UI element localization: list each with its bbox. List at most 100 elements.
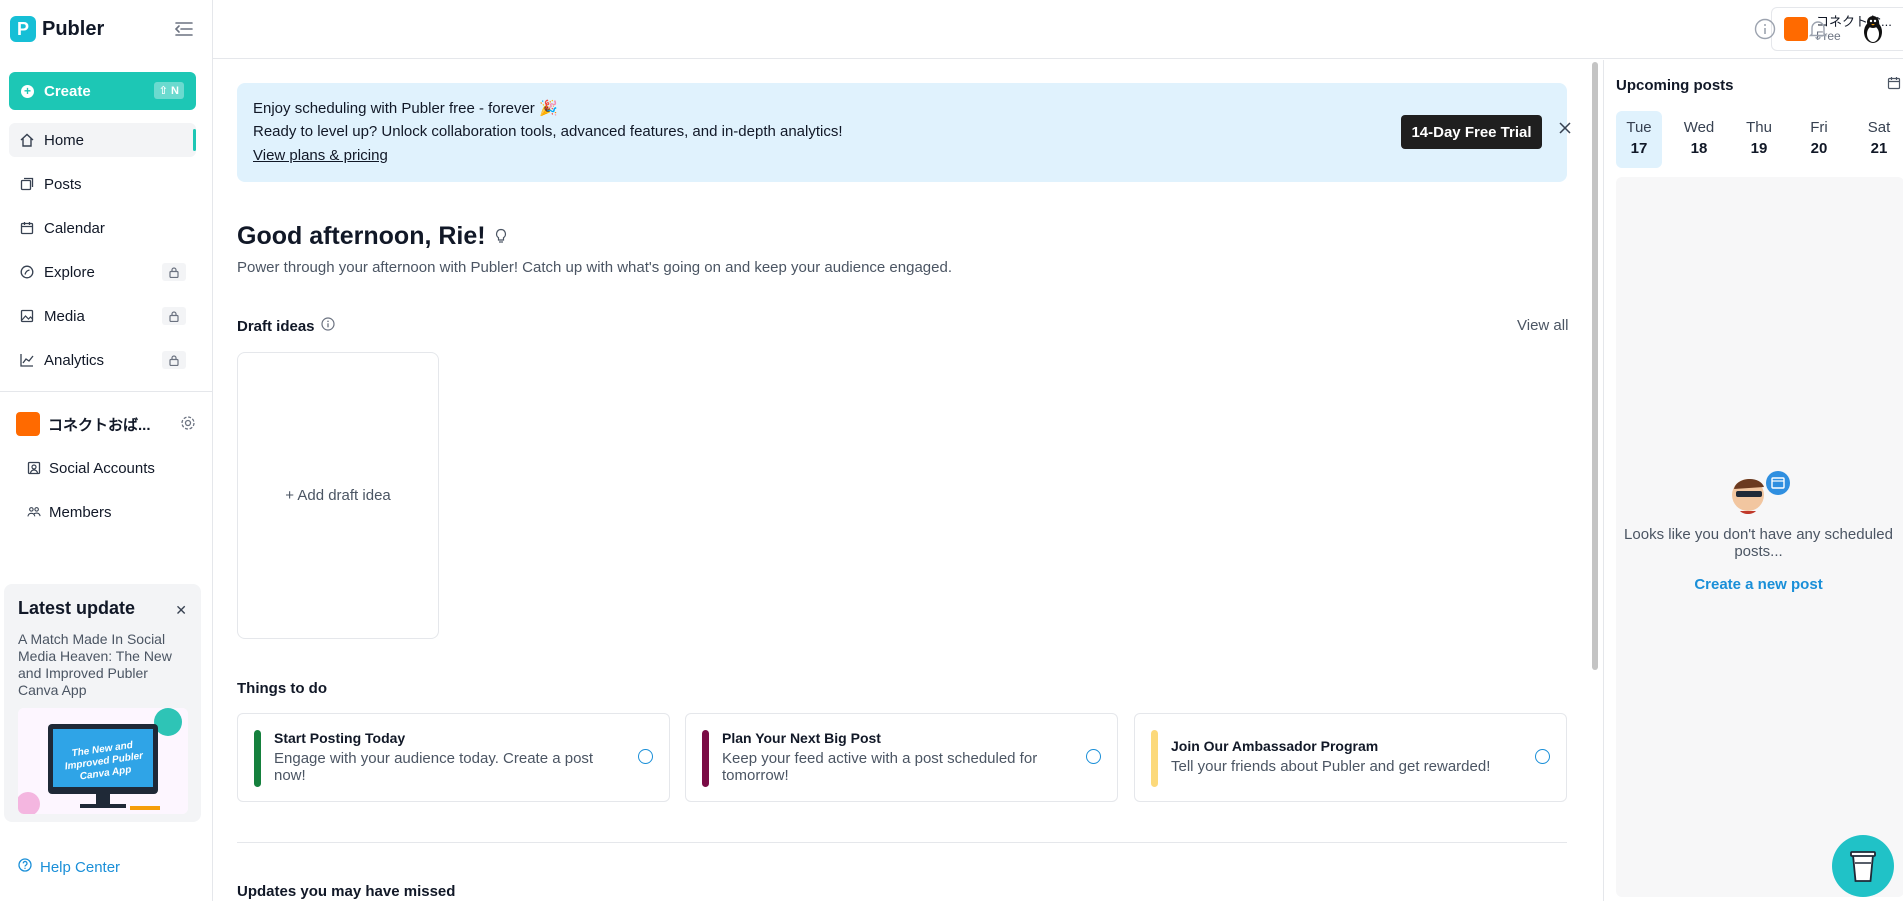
empty-text: Looks like you don't have any scheduled … [1624, 526, 1893, 560]
calendar-icon [20, 221, 34, 235]
things-to-do-heading: Things to do [237, 680, 327, 697]
home-icon [20, 133, 34, 147]
sidebar-item-calendar[interactable]: Calendar [9, 211, 196, 245]
top-bar: コネクトお... Free [213, 0, 1903, 59]
free-trial-button[interactable]: 14-Day Free Trial [1401, 115, 1542, 149]
publer-logo[interactable]: P Publer [10, 16, 104, 42]
sidebar-item-label: Explore [44, 263, 95, 281]
info-icon[interactable] [1752, 16, 1778, 42]
todo-checkbox[interactable] [638, 749, 653, 764]
day-number: 21 [1870, 140, 1888, 157]
create-new-post-link[interactable]: Create a new post [1616, 576, 1901, 593]
day-number: 19 [1750, 140, 1768, 157]
publer-logo-icon: P [10, 16, 36, 42]
draft-ideas-title: Draft ideas [237, 317, 315, 335]
day-wed[interactable]: Wed 18 [1676, 111, 1722, 168]
close-icon[interactable]: ✕ [175, 602, 187, 619]
todo-color-bar [254, 730, 261, 787]
close-icon[interactable] [1559, 121, 1571, 138]
sidebar-item-label: Members [49, 503, 112, 521]
day-name: Fri [1810, 119, 1828, 136]
add-draft-idea-button[interactable]: + Add draft idea [237, 352, 439, 639]
sidebar-item-label: Calendar [44, 219, 105, 237]
todo-checkbox[interactable] [1535, 749, 1550, 764]
sidebar-item-members[interactable]: Members [27, 499, 112, 525]
day-thu[interactable]: Thu 19 [1736, 111, 1782, 168]
calendar-icon[interactable] [1887, 76, 1901, 94]
sidebar-item-label: Media [44, 307, 85, 325]
sidebar-item-social-accounts[interactable]: Social Accounts [27, 455, 155, 481]
sidebar-item-label: Home [44, 131, 85, 149]
explore-icon [20, 265, 34, 279]
greeting-subtitle: Power through your afternoon with Publer… [237, 259, 952, 276]
todo-title: Plan Your Next Big Post [722, 730, 881, 746]
day-number: 18 [1690, 140, 1708, 157]
gear-icon[interactable] [180, 415, 196, 435]
help-center-link[interactable]: Help Center [18, 858, 120, 876]
todo-item-ambassador[interactable]: Join Our Ambassador Program Tell your fr… [1134, 713, 1567, 802]
workspace-selector[interactable]: コネクトおば... [16, 411, 196, 437]
empty-state: Looks like you don't have any scheduled … [1616, 177, 1903, 897]
lock-icon [162, 263, 186, 281]
day-sat[interactable]: Sat 21 [1856, 111, 1902, 168]
workspace-name: コネクトおば... [48, 416, 151, 434]
latest-update-image[interactable]: The New and Improved Publer Canva App [18, 708, 188, 814]
banner-line-1: Enjoy scheduling with Publer free - fore… [253, 100, 558, 117]
view-plans-link[interactable]: View plans & pricing [253, 143, 1551, 169]
greeting-title: Good afternoon, Rie! [237, 222, 486, 250]
view-all-drafts-link[interactable]: View all [1517, 317, 1568, 334]
workspace-avatar [16, 412, 40, 436]
coffee-cup-icon[interactable] [1832, 835, 1894, 897]
sidebar-item-label: Posts [44, 175, 82, 193]
publer-logo-text: Publer [42, 17, 105, 40]
todo-description: Tell your friends about Publer and get r… [1171, 758, 1491, 775]
greeting: Good afternoon, Rie! [237, 222, 508, 251]
upcoming-posts-panel: Upcoming posts Tue 17 Wed 18 Thu 19 Fri … [1603, 60, 1903, 901]
main-content: Enjoy scheduling with Publer free - fore… [213, 60, 1594, 901]
upgrade-banner: Enjoy scheduling with Publer free - fore… [237, 83, 1571, 182]
sidebar-divider [0, 391, 213, 392]
members-icon [27, 505, 41, 519]
banner-line-2: Ready to level up? Unlock collaboration … [253, 123, 843, 140]
main-scrollbar[interactable] [1592, 62, 1598, 670]
updates-heading: Updates you may have missed [237, 883, 456, 900]
sidebar-item-label: Social Accounts [49, 459, 155, 477]
info-icon[interactable] [320, 317, 335, 335]
sidebar-item-posts[interactable]: Posts [9, 167, 196, 201]
latest-update-title: Latest update [18, 598, 136, 618]
upcoming-posts-title: Upcoming posts [1616, 77, 1734, 94]
bell-icon[interactable] [1805, 16, 1831, 42]
create-label: Create [44, 82, 91, 100]
lock-icon [162, 307, 186, 325]
section-divider [237, 842, 1567, 843]
todo-checkbox[interactable] [1086, 749, 1101, 764]
analytics-icon [20, 353, 34, 367]
day-fri[interactable]: Fri 20 [1796, 111, 1842, 168]
day-tue[interactable]: Tue 17 [1616, 111, 1662, 168]
todo-item-plan-big-post[interactable]: Plan Your Next Big Post Keep your feed a… [685, 713, 1118, 802]
create-button[interactable]: + Create ⇧ N [9, 72, 196, 110]
day-name: Thu [1746, 119, 1772, 136]
collapse-sidebar-icon[interactable] [172, 18, 196, 40]
latest-update-card: Latest update ✕ A Match Made In Social M… [4, 584, 201, 822]
draft-ideas-heading: Draft ideas [237, 317, 335, 335]
todo-title: Start Posting Today [274, 730, 406, 746]
sidebar: P Publer + Create ⇧ N Home Posts Calenda… [0, 0, 213, 901]
sidebar-item-explore[interactable]: Explore [9, 255, 196, 289]
help-icon [18, 858, 32, 876]
sidebar-item-home[interactable]: Home [9, 123, 196, 157]
day-name: Sat [1867, 119, 1891, 136]
latest-update-description[interactable]: A Match Made In Social Media Heaven: The… [18, 631, 186, 699]
help-center-label: Help Center [40, 858, 121, 876]
sidebar-item-media[interactable]: Media [9, 299, 196, 333]
plus-icon: + [21, 84, 34, 98]
create-shortcut: ⇧ N [153, 82, 184, 99]
todo-color-bar [702, 730, 709, 787]
sidebar-item-analytics[interactable]: Analytics [9, 343, 196, 377]
todo-item-start-posting[interactable]: Start Posting Today Engage with your aud… [237, 713, 670, 802]
avatar[interactable] [1858, 14, 1888, 44]
posts-icon [20, 177, 34, 191]
day-name: Tue [1626, 119, 1652, 136]
day-number: 20 [1810, 140, 1828, 157]
sidebar-item-label: Analytics [44, 351, 105, 369]
